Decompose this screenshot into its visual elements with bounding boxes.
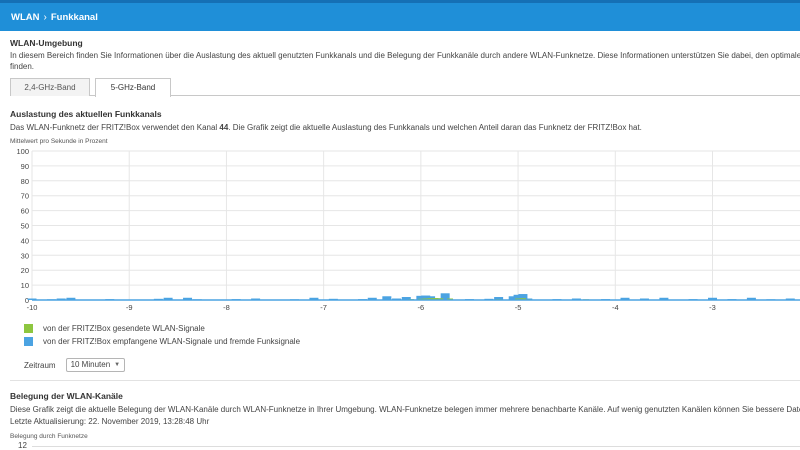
tab-2-4-ghz[interactable]: 2,4-GHz-Band — [10, 78, 90, 96]
section-title-auslastung: Auslastung des aktuellen Funkkanals — [10, 109, 162, 119]
legend-swatch-sent — [24, 324, 33, 333]
x-tick-label: -9 — [126, 303, 133, 312]
time-range-select[interactable]: 10 Minuten ▼ — [65, 358, 126, 372]
x-tick-label: -8 — [223, 303, 230, 312]
x-tick-label: -5 — [515, 303, 522, 312]
legend-label-received: von der FRITZ!Box empfangene WLAN-Signal… — [43, 337, 301, 346]
x-tick-label: -4 — [612, 303, 619, 312]
x-tick-label: -6 — [418, 303, 425, 312]
y-tick-label: 10 — [21, 281, 29, 290]
tab-5-ghz[interactable]: 5-GHz-Band — [95, 78, 171, 97]
channel-description-prefix: Das WLAN-Funknetz der FRITZ!Box verwende… — [10, 123, 220, 132]
time-range-label: Zeitraum — [24, 360, 56, 370]
y-tick-label: 50 — [21, 222, 29, 231]
band-tabs: 2,4-GHz-Band 5-GHz-Band — [10, 78, 800, 97]
breadcrumb-root[interactable]: WLAN — [11, 12, 40, 23]
time-range-selected: 10 Minuten — [70, 360, 111, 369]
y-tick-label: 60 — [21, 207, 29, 216]
channel-occupancy-chart-title: Belegung durch Funknetze — [10, 433, 88, 440]
channel-description: Das WLAN-Funknetz der FRITZ!Box verwende… — [10, 122, 642, 133]
legend-label-sent: von der FRITZ!Box gesendete WLAN-Signale — [43, 324, 205, 333]
breadcrumb: WLAN › Funkkanal — [11, 12, 98, 23]
section-title-wlan-umgebung: WLAN-Umgebung — [10, 38, 83, 48]
belegung-description: Diese Grafik zeigt die aktuelle Belegung… — [10, 405, 800, 414]
section-title-belegung: Belegung der WLAN-Kanäle — [10, 391, 123, 401]
chevron-down-icon: ▼ — [114, 362, 121, 368]
channel-number: 44 — [219, 123, 229, 132]
x-tick-label: -3 — [709, 303, 716, 312]
x-tick-label: -10 — [27, 303, 38, 312]
y-tick-label: 100 — [16, 147, 29, 156]
x-tick-label: -7 — [320, 303, 327, 312]
time-range-control: Zeitraum 10 Minuten ▼ — [24, 358, 126, 372]
y-tick-label: 80 — [21, 177, 29, 186]
legend-swatch-received — [24, 337, 33, 346]
legend-item-received: von der FRITZ!Box empfangene WLAN-Signal… — [24, 337, 300, 346]
y-tick-label: 20 — [21, 266, 29, 275]
y-tick-label: 70 — [21, 192, 29, 201]
header-bar: WLAN › Funkkanal — [0, 0, 800, 31]
section-divider — [10, 380, 800, 381]
chevron-right-icon: › — [43, 12, 47, 23]
y-tick-label: 30 — [21, 251, 29, 260]
channel-occupancy-gridline — [32, 446, 800, 447]
y-tick-label: 90 — [21, 162, 29, 171]
section-description-line1: In diesem Bereich finden Sie Information… — [10, 51, 800, 60]
legend-item-sent: von der FRITZ!Box gesendete WLAN-Signale — [24, 324, 205, 333]
last-update-text: Letzte Aktualisierung: 22. November 2019… — [10, 417, 210, 426]
y-tick-label: 40 — [21, 236, 29, 245]
channel-occupancy-y-tick: 12 — [18, 441, 27, 450]
channel-description-suffix: . Die Grafik zeigt die aktuelle Auslastu… — [228, 123, 642, 132]
channel-load-chart: 0102030405060708090100 -10 -9 -8 -7 -6 -5 -4 -3 — [16, 147, 800, 312]
section-description-line2: finden. — [10, 62, 35, 71]
breadcrumb-current: Funkkanal — [50, 12, 98, 23]
